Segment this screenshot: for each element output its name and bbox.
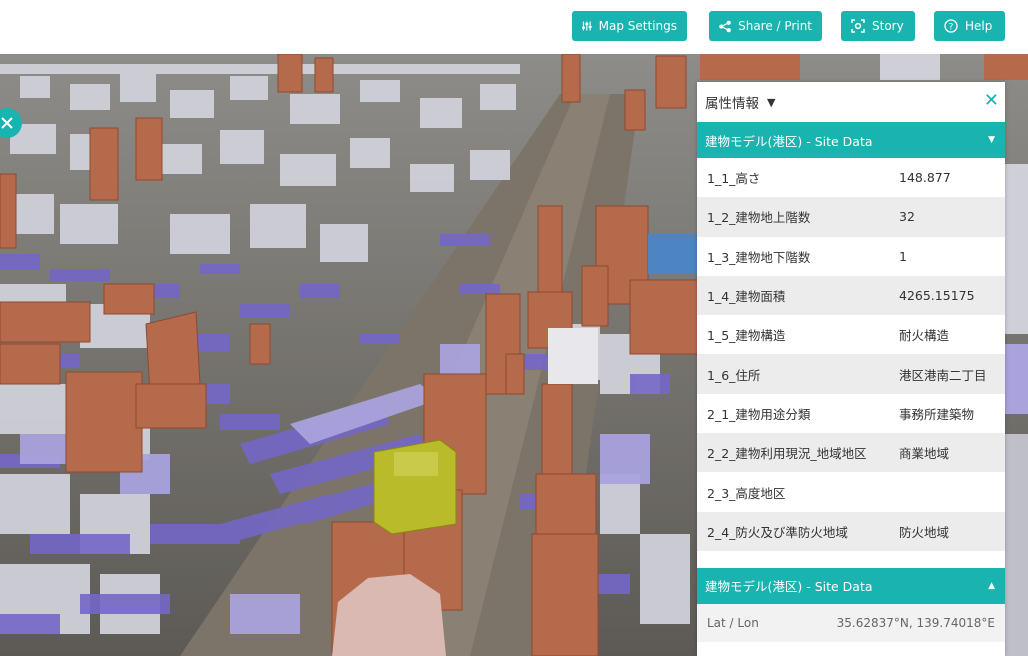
- panel-close-icon[interactable]: ✕: [984, 91, 999, 111]
- table-row: 1_5_建物構造 耐火構造: [697, 315, 1005, 354]
- share-print-button[interactable]: Share / Print: [709, 11, 822, 41]
- share-print-label: Share / Print: [738, 19, 812, 33]
- footer-section-header[interactable]: 建物モデル(港区) - Site Data ▲: [697, 567, 1005, 604]
- lat-lon-value: 35.62837°N, 139.74018°E: [836, 615, 995, 630]
- caret-down-icon[interactable]: ▼: [767, 96, 775, 109]
- row-value: 4265.15175: [899, 288, 975, 304]
- row-key: 2_3_高度地区: [707, 485, 786, 501]
- row-key: 1_2_建物地上階数: [707, 210, 811, 226]
- table-row: 2_3_高度地区: [697, 472, 1005, 511]
- top-toolbar: Map Settings Share / Print Story ? Help: [0, 0, 1028, 54]
- footer-section-title: 建物モデル(港区) - Site Data: [705, 579, 873, 595]
- attribute-table: 1_1_高さ 148.877 1_2_建物地上階数 32 1_3_建物地下階数 1 1…: [697, 158, 1005, 551]
- section-title: 建物モデル(港区) - Site Data: [705, 133, 873, 149]
- table-row: 2_4_防火及び準防火地域 防火地域: [697, 511, 1005, 551]
- row-key: 2_1_建物用途分類: [707, 406, 811, 422]
- row-key: 1_3_建物地下階数: [707, 249, 811, 265]
- table-row: 1_1_高さ 148.877: [697, 158, 1005, 197]
- row-key: 1_4_建物面積: [707, 289, 786, 305]
- row-value: 148.877: [899, 170, 951, 186]
- row-key: 2_2_建物利用現況_地域地区: [707, 446, 867, 462]
- help-label: Help: [965, 19, 993, 33]
- row-value: 1: [899, 248, 907, 264]
- row-value: 事務所建築物: [899, 406, 975, 422]
- triangle-up-icon: ▲: [988, 580, 995, 591]
- svg-text:?: ?: [949, 23, 954, 33]
- lat-lon-readout: Lat / Lon 35.62837°N, 139.74018°E: [697, 603, 1005, 642]
- lat-lon-label: Lat / Lon: [707, 615, 759, 630]
- table-row: 2_1_建物用途分類 事務所建築物: [697, 394, 1005, 433]
- site-data-section-header[interactable]: 建物モデル(港区) - Site Data ▼: [697, 122, 1005, 158]
- row-value: 32: [899, 209, 915, 225]
- panel-title[interactable]: 属性情報: [705, 92, 759, 112]
- table-row: 1_2_建物地上階数 32: [697, 197, 1005, 237]
- attribute-info-panel: 属性情報 ▼ ✕ 建物モデル(港区) - Site Data ▼ 1_1_高さ 1…: [697, 82, 1005, 656]
- story-icon: [851, 19, 865, 33]
- close-icon: [1, 117, 13, 129]
- table-row: 2_2_建物利用現況_地域地区 商業地域: [697, 433, 1005, 473]
- map-settings-label: Map Settings: [598, 19, 677, 33]
- row-value: 耐火構造: [899, 328, 950, 344]
- row-key: 1_6_住所: [707, 367, 761, 383]
- sliders-icon: [582, 21, 592, 31]
- row-value: 商業地域: [899, 446, 950, 462]
- story-label: Story: [872, 19, 904, 33]
- triangle-down-icon: ▼: [988, 135, 995, 145]
- table-row: 1_4_建物面積 4265.15175: [697, 275, 1005, 316]
- row-key: 2_4_防火及び準防火地域: [707, 524, 848, 540]
- row-value: 港区港南二丁目: [899, 367, 987, 383]
- row-value: 防火地域: [899, 524, 950, 540]
- table-row: 1_3_建物地下階数 1: [697, 237, 1005, 276]
- help-button[interactable]: ? Help: [934, 11, 1005, 41]
- share-icon: [719, 20, 731, 32]
- story-button[interactable]: Story: [841, 11, 915, 41]
- help-icon: ?: [944, 19, 958, 33]
- row-key: 1_5_建物構造: [707, 328, 786, 344]
- map-settings-button[interactable]: Map Settings: [572, 11, 687, 41]
- panel-header: 属性情報 ▼ ✕: [697, 82, 1005, 122]
- table-row: 1_6_住所 港区港南二丁目: [697, 354, 1005, 394]
- row-key: 1_1_高さ: [707, 171, 761, 187]
